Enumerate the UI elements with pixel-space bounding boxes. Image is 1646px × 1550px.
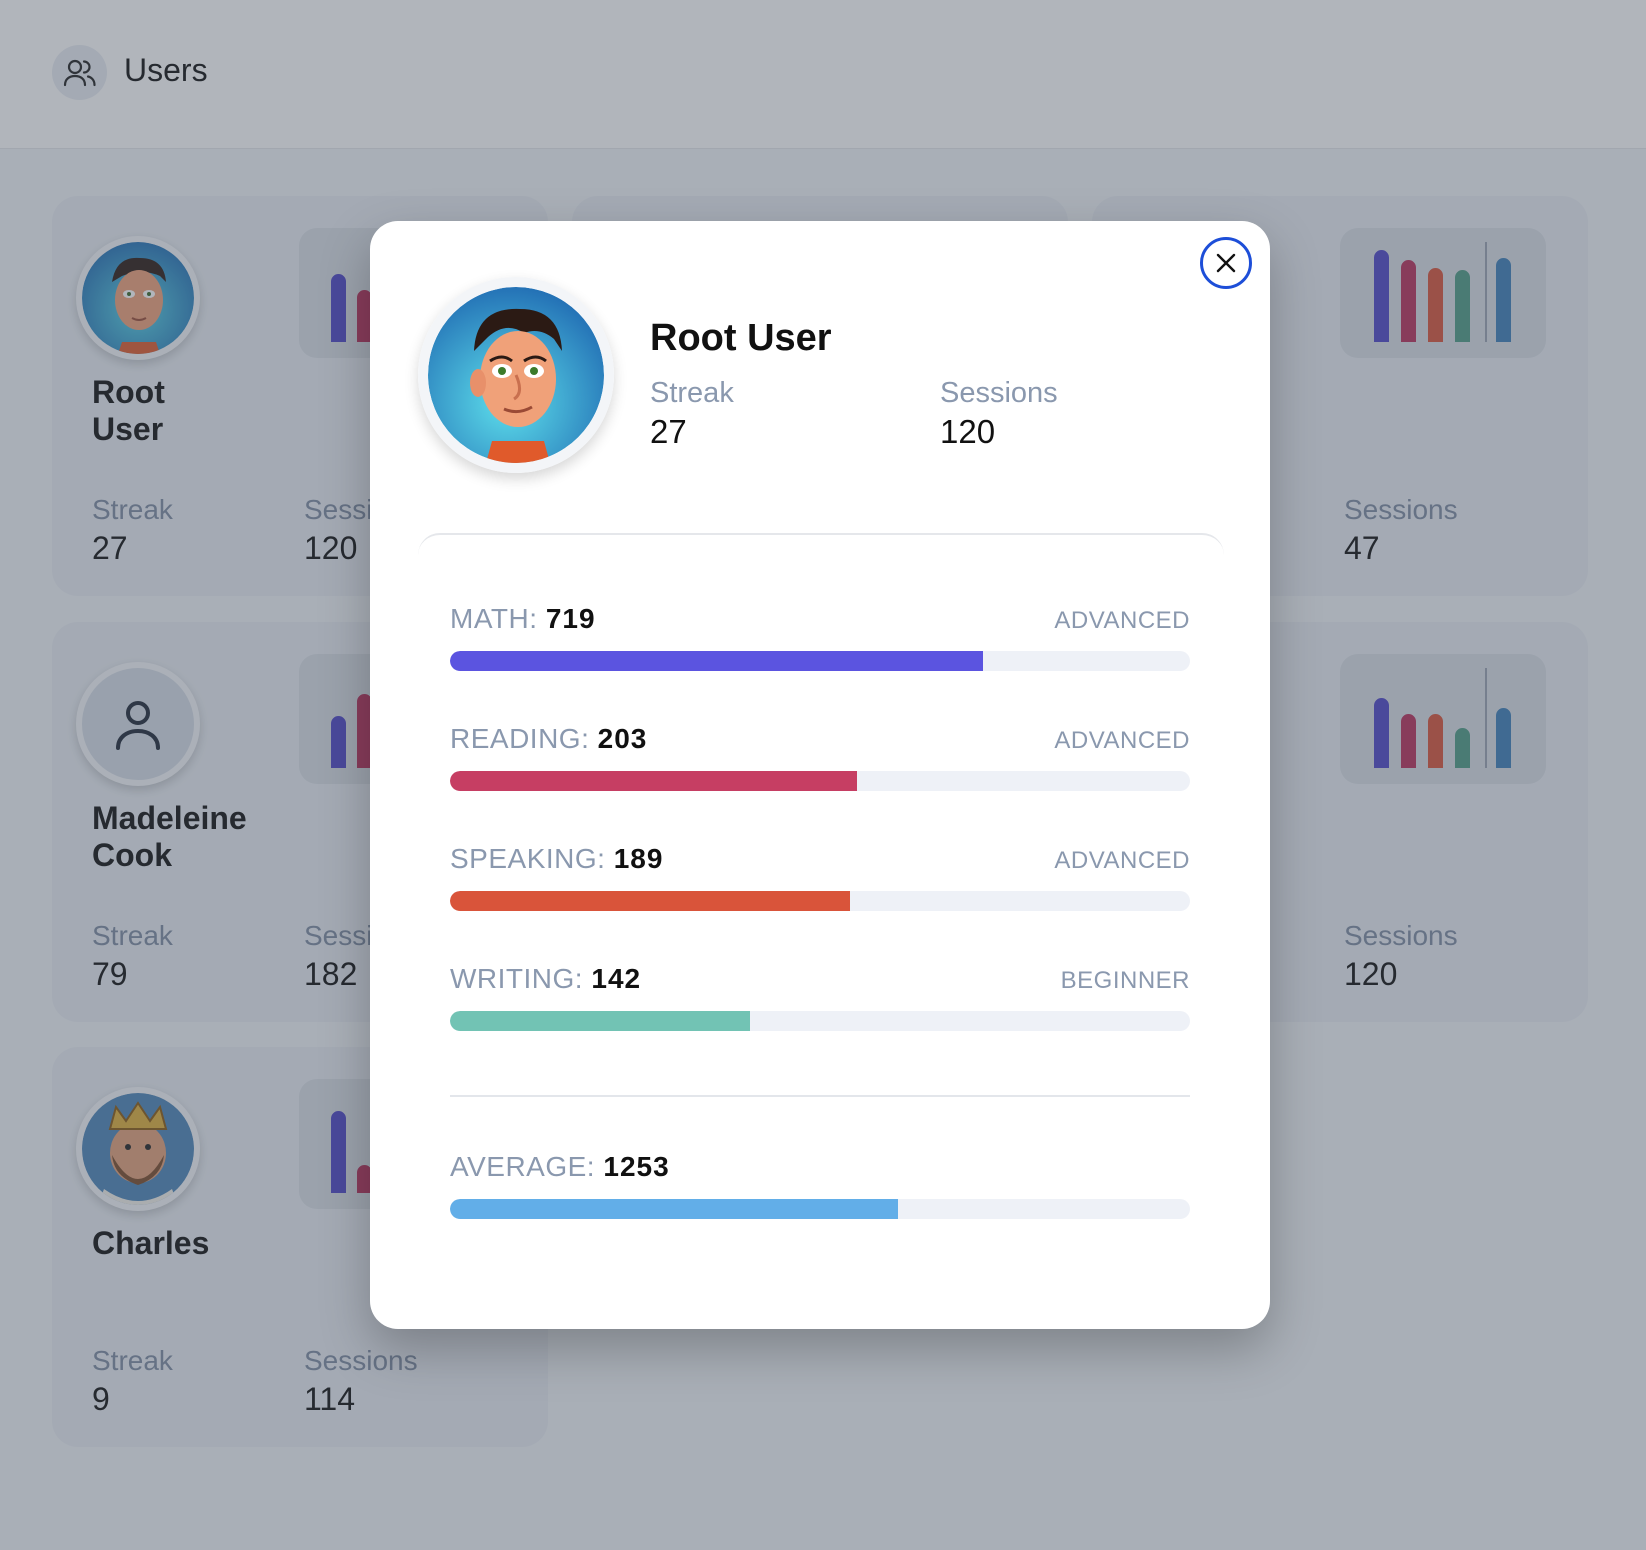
sessions-value: 120: [940, 413, 996, 450]
progress-fill: [450, 771, 857, 791]
skill-score: 189: [613, 843, 664, 874]
close-button[interactable]: [1200, 237, 1252, 289]
skill-score: 1253: [603, 1151, 670, 1182]
progress-track: [450, 651, 1190, 671]
modal-user-name: Root User: [650, 317, 832, 359]
skill-name: MATH:: [450, 603, 538, 634]
skill-level: ADVANCED: [1054, 727, 1190, 754]
skill-name: SPEAKING:: [450, 843, 606, 874]
progress-fill: [450, 1199, 898, 1219]
skill-level: ADVANCED: [1054, 847, 1190, 874]
skill-score: 719: [545, 603, 596, 634]
skill-score: 203: [597, 723, 648, 754]
skill-label: AVERAGE: 1253: [450, 1151, 670, 1183]
skill-label: MATH: 719: [450, 603, 596, 635]
streak-label: Streak: [650, 377, 734, 409]
section-divider: [450, 1095, 1190, 1097]
close-icon: [1216, 253, 1236, 273]
skill-score: 142: [591, 963, 642, 994]
skill-label: READING: 203: [450, 723, 647, 755]
progress-fill: [450, 651, 983, 671]
streak-value: 27: [650, 413, 687, 450]
progress-track: [450, 1199, 1190, 1219]
progress-fill: [450, 891, 850, 911]
skill-name: AVERAGE:: [450, 1151, 596, 1182]
avatar: [418, 277, 614, 473]
section-divider: [418, 533, 1224, 575]
progress-track: [450, 771, 1190, 791]
skill-label: SPEAKING: 189: [450, 843, 663, 875]
sessions-label: Sessions: [940, 377, 1058, 409]
skill-level: ADVANCED: [1054, 607, 1190, 634]
skill-label: WRITING: 142: [450, 963, 641, 995]
progress-fill: [450, 1011, 750, 1031]
user-detail-modal: Root User Streak 27 Sessions 120 MATH: 7…: [370, 221, 1270, 1329]
skill-name: WRITING:: [450, 963, 584, 994]
progress-track: [450, 1011, 1190, 1031]
progress-track: [450, 891, 1190, 911]
skill-level: BEGINNER: [1060, 967, 1190, 994]
skill-name: READING:: [450, 723, 590, 754]
